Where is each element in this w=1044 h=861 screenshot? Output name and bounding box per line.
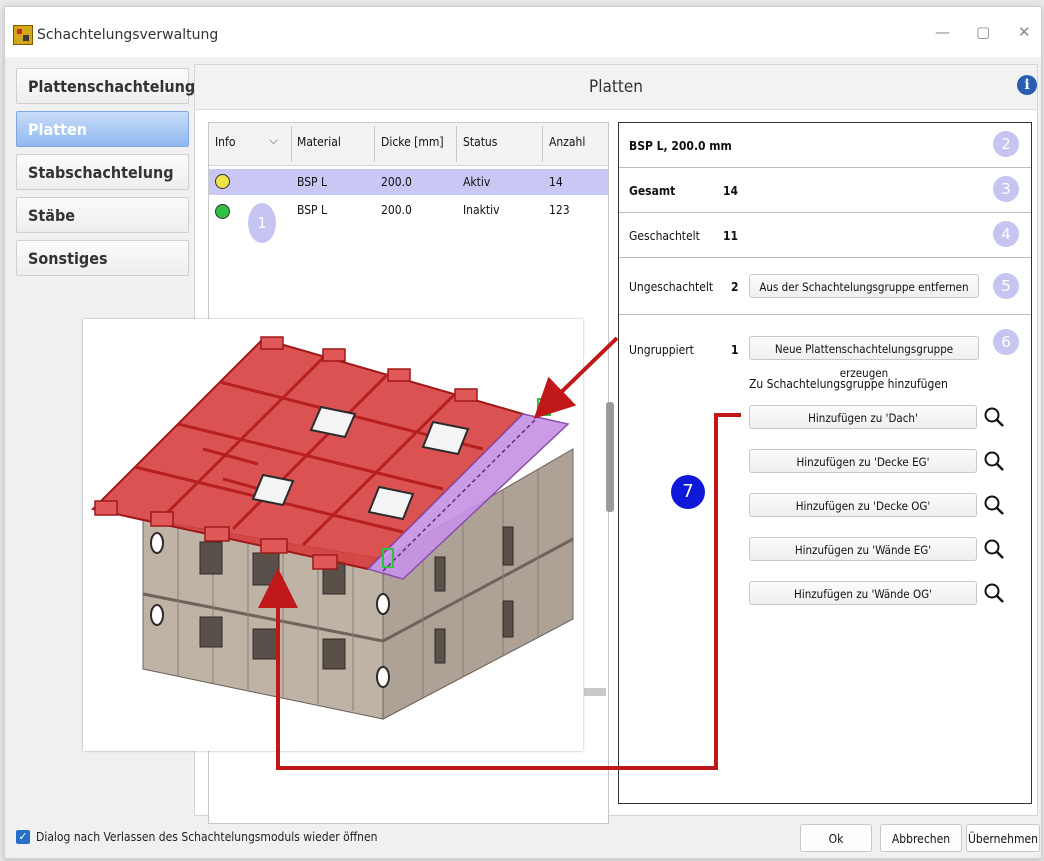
apply-button[interactable]: Übernehmen [966,824,1040,852]
ok-button[interactable]: Ok [800,824,872,852]
search-icon[interactable] [983,494,1005,516]
cell-material: BSP L [297,175,327,189]
reopen-dialog-label: Dialog nach Verlassen des Schachtelungsm… [36,830,378,844]
add-to-waende-eg-button[interactable]: Hinzufügen zu 'Wände EG' [749,537,977,561]
add-to-waende-og-button[interactable]: Hinzufügen zu 'Wände OG' [749,581,977,605]
cell-anzahl: 14 [549,175,563,189]
cell-status: Aktiv [463,175,491,189]
cell-dicke: 200.0 [381,203,412,217]
window-title: Schachtelungsverwaltung [37,27,219,43]
close-button[interactable]: ✕ [1018,23,1031,41]
info-icon[interactable]: i [1017,75,1037,95]
callout-badge-4: 4 [993,221,1019,247]
column-header-anzahl[interactable]: Anzahl [549,135,585,149]
search-icon[interactable] [983,450,1005,472]
ungeschachtelt-row: Ungeschachtelt 2 Aus der Schachtelungsgr… [619,258,1031,315]
create-group-button[interactable]: Neue Plattenschachtelungsgruppe erzeugen [749,336,979,380]
vertical-scrollbar[interactable] [606,402,614,512]
detail-panel: BSP L, 200.0 mm 2 Gesamt 14 3 Geschachte… [618,122,1032,804]
search-icon[interactable] [983,406,1005,428]
horizontal-scrollbar[interactable] [584,688,606,696]
cell-anzahl: 123 [549,203,570,217]
callout-badge-2: 2 [993,131,1019,157]
geschachtelt-label: Geschachtelt [629,229,700,243]
remove-from-group-button[interactable]: Aus der Schachtelungsgruppe entfernen [749,274,979,298]
cell-status: Inaktiv [463,203,500,217]
title-bar: Schachtelungsverwaltung — ▢ ✕ [5,7,1041,57]
add-to-decke-eg-button[interactable]: Hinzufügen zu 'Decke EG' [749,449,977,473]
geschachtelt-row: Geschachtelt 11 4 [619,213,1031,258]
geschachtelt-value: 11 [723,229,739,243]
callout-badge-7: 7 [671,475,705,509]
panel-header: Platten i [195,65,1037,110]
cancel-button[interactable]: Abbrechen [880,824,962,852]
gesamt-row: Gesamt 14 3 [619,168,1031,213]
sidebar-item-platten[interactable]: Platten [16,111,189,147]
status-dot-icon [215,204,230,219]
ungruppiert-label: Ungruppiert [629,343,694,357]
cell-dicke: 200.0 [381,175,412,189]
column-header-info[interactable]: Info [215,135,235,149]
sidebar: Plattenschachtelung Platten Stabschachte… [16,68,195,283]
table-row[interactable]: BSP L 200.0 Aktiv 14 [209,169,608,195]
callout-badge-3: 3 [993,176,1019,202]
app-logo-icon [13,25,33,45]
add-to-dach-button[interactable]: Hinzufügen zu 'Dach' [749,405,977,429]
sidebar-item-plattenschachtelung[interactable]: Plattenschachtelung [16,68,195,104]
ungeschachtelt-value: 2 [731,280,739,294]
gesamt-label: Gesamt [629,184,676,198]
sidebar-item-staebe[interactable]: Stäbe [16,197,189,233]
house-model-illustration [90,336,574,720]
add-to-group-heading: Zu Schachtelungsgruppe hinzufügen [749,377,948,391]
panel-title: Platten [589,77,643,97]
detail-heading-row: BSP L, 200.0 mm 2 [619,123,1031,168]
reopen-dialog-checkbox[interactable]: ✓ [16,830,30,844]
add-to-decke-og-button[interactable]: Hinzufügen zu 'Decke OG' [749,493,977,517]
house-3d-preview [83,319,583,751]
cell-material: BSP L [297,203,327,217]
sidebar-item-sonstiges[interactable]: Sonstiges [16,240,189,276]
detail-heading: BSP L, 200.0 mm [629,139,732,153]
column-header-material[interactable]: Material [297,135,341,149]
search-icon[interactable] [983,582,1005,604]
status-dot-icon [215,174,230,189]
callout-badge-1: 1 [248,203,276,243]
callout-badge-6: 6 [993,329,1019,355]
ungeschachtelt-label: Ungeschachtelt [629,280,714,294]
sidebar-item-stabschachtelung[interactable]: Stabschachtelung [16,154,189,190]
ungruppiert-value: 1 [731,343,739,357]
minimize-button[interactable]: — [935,23,950,41]
chevron-down-icon[interactable]: ⌵ [269,133,278,148]
column-header-status[interactable]: Status [463,135,497,149]
maximize-button[interactable]: ▢ [976,23,990,41]
gesamt-value: 14 [723,184,739,198]
column-header-dicke[interactable]: Dicke [mm] [381,135,444,149]
search-icon[interactable] [983,538,1005,560]
callout-badge-5: 5 [993,273,1019,299]
table-header: Info ⌵ Material Dicke [mm] Status Anzahl [209,123,608,166]
